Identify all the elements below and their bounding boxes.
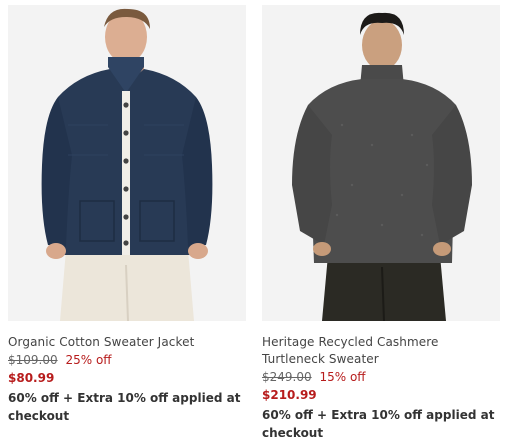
- discount-percent: 15% off: [319, 370, 366, 384]
- product-image: [8, 5, 246, 321]
- product-name[interactable]: Heritage Recycled Cashmere Turtleneck Sw…: [262, 334, 500, 368]
- discount-percent: 25% off: [65, 353, 112, 367]
- price-row: $249.00 15% off: [262, 369, 500, 386]
- price-row: $109.00 25% off: [8, 352, 246, 369]
- sale-price: $80.99: [8, 371, 55, 385]
- product-image-link[interactable]: [8, 5, 246, 321]
- product-card: Heritage Recycled Cashmere Turtleneck Sw…: [262, 5, 500, 442]
- product-image: [262, 5, 500, 321]
- promo-text: 60% off + Extra 10% off applied at check…: [262, 408, 495, 440]
- sale-price: $210.99: [262, 388, 317, 402]
- promo-text: 60% off + Extra 10% off applied at check…: [8, 391, 241, 423]
- product-name[interactable]: Organic Cotton Sweater Jacket: [8, 334, 246, 351]
- product-grid: Organic Cotton Sweater Jacket $109.00 25…: [0, 0, 505, 446]
- original-price: $109.00: [8, 353, 58, 367]
- product-image-link[interactable]: [262, 5, 500, 321]
- product-card: Organic Cotton Sweater Jacket $109.00 25…: [8, 5, 246, 425]
- original-price: $249.00: [262, 370, 312, 384]
